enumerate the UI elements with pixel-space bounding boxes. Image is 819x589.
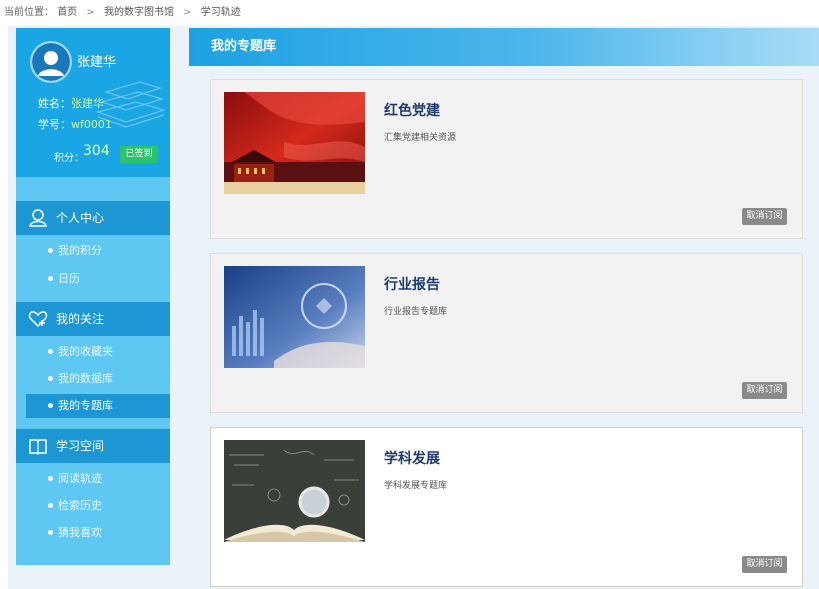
unsubscribe-button[interactable]: 取消订阅 [742,208,787,225]
sidebar-item-my-topic-library[interactable]: 我的专题库 [26,394,170,418]
breadcrumb-current-link[interactable]: 学习轨迹 [201,7,241,18]
heart-plus-icon [28,311,48,328]
sidebar-item-label: 猜我喜欢 [58,526,102,539]
topic-card: 学科发展 学科发展专题库 取消订阅 [210,427,803,587]
name-row: 姓名：张建华 [38,95,104,111]
score-value: 304 [83,143,110,159]
person-icon [29,209,47,227]
breadcrumb: 当前位置： 首页 > 我的数字图书馆 > 学习轨迹 [0,0,819,26]
nav-group-personal-center[interactable]: 个人中心 [16,201,170,235]
page-title: 我的专题库 [189,28,819,66]
bullet-icon [48,503,53,508]
sidebar-item-reading-history[interactable]: 阅读轨迹 [26,467,170,491]
topic-title[interactable]: 学科发展 [384,448,440,468]
topic-thumbnail-industry[interactable] [224,266,365,368]
bullet-icon [48,530,53,535]
bullet-icon [48,276,53,281]
sidebar-item-label: 阅读轨迹 [58,472,102,485]
topic-title[interactable]: 行业报告 [384,274,440,294]
topic-card: 行业报告 行业报告专题库 取消订阅 [210,253,803,413]
breadcrumb-library-link[interactable]: 我的数字图书馆 [104,7,174,18]
breadcrumb-separator: > [86,7,95,18]
student-id-label: 学号： [38,118,71,131]
nav-group-learning-space[interactable]: 学习空间 [16,429,170,463]
sidebar-item-calendar[interactable]: 日历 [26,267,170,291]
topic-description: 行业报告专题库 [384,307,448,317]
topic-title[interactable]: 红色党建 [384,100,440,120]
bullet-icon [48,248,53,253]
sidebar: 张建华 姓名：张建华 学号：wf0001 积分： 304 已签到 个人中心 我的… [16,28,170,565]
topic-description: 学科发展专题库 [384,481,448,491]
bullet-icon [48,349,53,354]
breadcrumb-separator: > [183,7,192,18]
bullet-icon [48,403,53,408]
name-label: 姓名： [38,97,71,110]
unsubscribe-button[interactable]: 取消订阅 [742,382,787,399]
nav-group-label: 个人中心 [56,211,105,225]
sidebar-item-label: 我的数据库 [58,372,113,385]
sidebar-item-label: 日历 [58,272,80,285]
user-profile-panel: 张建华 姓名：张建华 学号：wf0001 积分： 304 已签到 [16,28,170,177]
nav-group-my-follows[interactable]: 我的关注 [16,302,170,336]
sidebar-item-favorites[interactable]: 我的收藏夹 [26,340,170,364]
sidebar-item-label: 我的收藏夹 [58,345,113,358]
sidebar-item-label: 我的积分 [58,244,102,257]
student-id-row: 学号：wf0001 [38,116,112,132]
topic-thumbnail-discipline[interactable] [224,440,365,542]
bullet-icon [48,476,53,481]
avatar-person-icon [32,43,70,81]
breadcrumb-home-link[interactable]: 首页 [57,7,77,18]
avatar[interactable] [30,41,72,83]
breadcrumb-prefix: 当前位置： [4,7,54,18]
sidebar-item-label: 检索历史 [58,499,102,512]
student-id-value: wf0001 [71,118,112,131]
topic-description: 汇集党建相关资源 [384,133,457,143]
unsubscribe-button[interactable]: 取消订阅 [742,556,787,573]
sidebar-item-my-points[interactable]: 我的积分 [26,239,170,263]
nav-group-label: 学习空间 [56,439,105,453]
name-value: 张建华 [71,97,104,110]
sidebar-item-my-databases[interactable]: 我的数据库 [26,367,170,391]
sidebar-item-label: 我的专题库 [58,399,113,412]
sidebar-item-search-history[interactable]: 检索历史 [26,494,170,518]
bullet-icon [48,376,53,381]
checkin-button[interactable]: 已签到 [120,146,158,163]
nav-group-label: 我的关注 [56,312,105,326]
sidebar-item-recommendations[interactable]: 猜我喜欢 [26,521,170,545]
topic-card: 红色党建 汇集党建相关资源 取消订阅 [210,79,803,239]
user-name: 张建华 [77,54,117,69]
topic-thumbnail-party[interactable] [224,92,365,194]
score-label: 积分： [54,153,84,164]
book-icon [29,439,47,456]
